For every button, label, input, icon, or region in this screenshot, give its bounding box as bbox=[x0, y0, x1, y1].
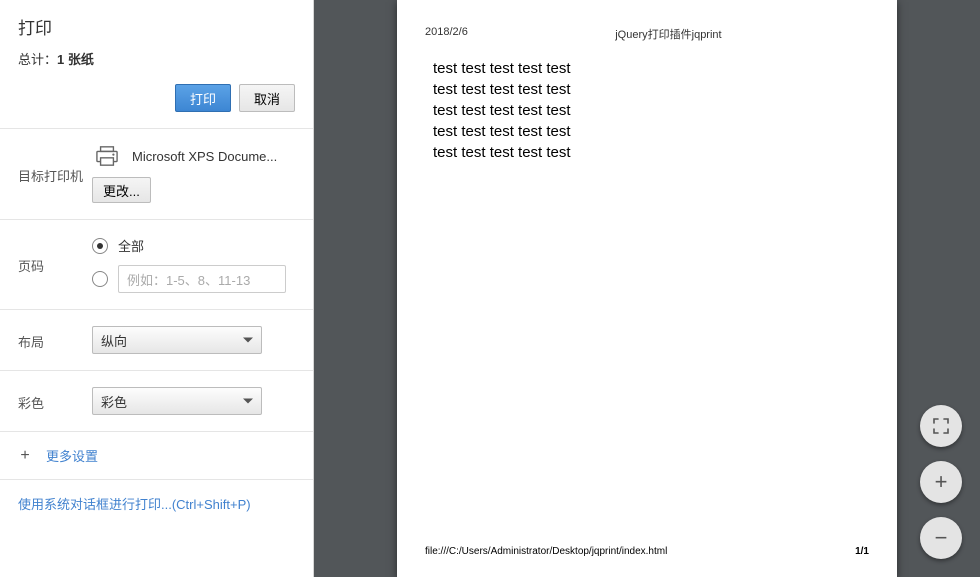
pages-range-radio[interactable] bbox=[92, 271, 108, 287]
pages-label: 页码 bbox=[18, 254, 92, 275]
sidebar-header: 打印 总计：1 张纸 bbox=[0, 0, 313, 80]
change-printer-button[interactable]: 更改... bbox=[92, 177, 151, 203]
page-date: 2018/2/6 bbox=[425, 26, 468, 42]
destination-label: 目标打印机 bbox=[18, 164, 92, 185]
content-line: test test test test test bbox=[425, 102, 869, 119]
preview-page: 2018/2/6 jQuery打印插件jqprint test test tes… bbox=[397, 0, 897, 577]
plus-icon: + bbox=[18, 447, 32, 465]
zoom-out-button[interactable]: − bbox=[920, 517, 962, 559]
pages-all-radio[interactable] bbox=[92, 238, 108, 254]
fit-page-button[interactable] bbox=[920, 405, 962, 447]
section-pages: 页码 全部 例如：1-5、8、11-13 bbox=[0, 220, 313, 309]
page-doc-title: jQuery打印插件jqprint bbox=[468, 26, 869, 42]
more-settings[interactable]: + 更多设置 bbox=[0, 432, 313, 479]
destination-value: Microsoft XPS Docume... bbox=[92, 145, 295, 167]
printer-icon bbox=[92, 145, 122, 167]
pages-all-label: 全部 bbox=[118, 236, 144, 255]
printer-name: Microsoft XPS Docume... bbox=[132, 149, 277, 164]
cancel-button[interactable]: 取消 bbox=[239, 84, 295, 112]
layout-value: 纵向 bbox=[101, 331, 127, 350]
page-number: 1/1 bbox=[855, 546, 869, 557]
floating-controls: + − bbox=[920, 405, 962, 559]
chevron-down-icon bbox=[243, 338, 253, 343]
print-sidebar: 打印 总计：1 张纸 打印 取消 目标打印机 bbox=[0, 0, 314, 577]
total-value: 1 张纸 bbox=[57, 52, 94, 67]
page-footer-url: file:///C:/Users/Administrator/Desktop/j… bbox=[425, 546, 667, 557]
section-color: 彩色 彩色 bbox=[0, 371, 313, 431]
chevron-down-icon bbox=[243, 399, 253, 404]
minus-icon: − bbox=[935, 527, 948, 549]
pages-range-row[interactable]: 例如：1-5、8、11-13 bbox=[92, 265, 295, 293]
fit-icon bbox=[932, 417, 950, 435]
color-select[interactable]: 彩色 bbox=[92, 387, 262, 415]
layout-select[interactable]: 纵向 bbox=[92, 326, 262, 354]
color-value: 彩色 bbox=[101, 392, 127, 411]
pages-all-row[interactable]: 全部 bbox=[92, 236, 295, 255]
content-line: test test test test test bbox=[425, 144, 869, 161]
layout-label: 布局 bbox=[18, 330, 92, 351]
total-sheets: 总计：1 张纸 bbox=[18, 49, 295, 68]
dialog-title: 打印 bbox=[18, 14, 295, 39]
pages-range-input[interactable]: 例如：1-5、8、11-13 bbox=[118, 265, 286, 293]
preview-area: 2018/2/6 jQuery打印插件jqprint test test tes… bbox=[314, 0, 980, 577]
page-content: test test test test test test test test … bbox=[425, 60, 869, 161]
print-button[interactable]: 打印 bbox=[175, 84, 231, 112]
content-line: test test test test test bbox=[425, 123, 869, 140]
plus-icon: + bbox=[935, 471, 948, 493]
section-destination: 目标打印机 Microsoft XPS Docume... 更改... bbox=[0, 129, 313, 219]
content-line: test test test test test bbox=[425, 60, 869, 77]
system-dialog-link[interactable]: 使用系统对话框进行打印...(Ctrl+Shift+P) bbox=[0, 480, 313, 527]
more-settings-label: 更多设置 bbox=[46, 446, 98, 465]
page-header: 2018/2/6 jQuery打印插件jqprint bbox=[425, 26, 869, 42]
zoom-in-button[interactable]: + bbox=[920, 461, 962, 503]
action-buttons: 打印 取消 bbox=[0, 80, 313, 128]
content-line: test test test test test bbox=[425, 81, 869, 98]
color-label: 彩色 bbox=[18, 391, 92, 412]
section-layout: 布局 纵向 bbox=[0, 310, 313, 370]
